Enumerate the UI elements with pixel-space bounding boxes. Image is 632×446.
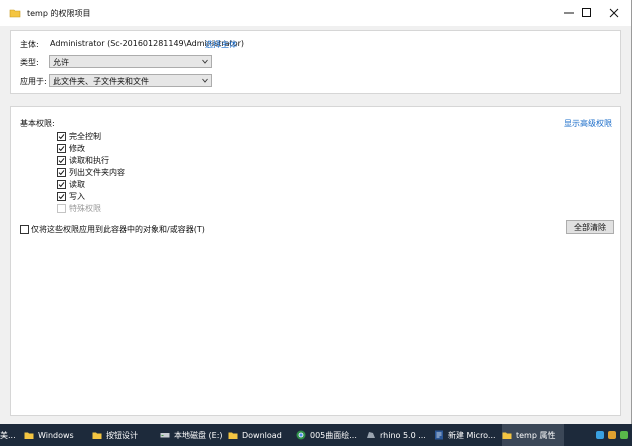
app-tray-icon[interactable] — [620, 431, 628, 439]
type-select[interactable]: 允许 — [49, 55, 212, 68]
rhino-icon — [367, 432, 375, 438]
chevron-down-icon — [202, 59, 208, 64]
title-bar[interactable]: temp 的权限项目 — [0, 0, 631, 26]
principal-label: 主体: — [20, 40, 39, 49]
document-icon — [435, 430, 443, 440]
write-checkbox[interactable] — [57, 192, 66, 201]
close-button[interactable] — [597, 0, 631, 26]
taskbar: 美... Windows 按钮设计 本地磁盘 (E:) Download 005… — [0, 424, 632, 446]
special-permissions-checkbox — [57, 204, 66, 213]
read-label: 读取 — [69, 180, 85, 189]
maximize-icon — [582, 8, 591, 17]
system-tray — [596, 424, 628, 446]
volume-icon[interactable] — [608, 431, 616, 439]
write-label: 写入 — [69, 192, 85, 201]
list-folder-contents-label: 列出文件夹内容 — [69, 168, 125, 177]
taskbar-item-label: 005曲面绘... — [310, 430, 357, 440]
check-icon — [58, 134, 65, 140]
read-checkbox[interactable] — [57, 180, 66, 189]
taskbar-item-word[interactable]: 新建 Micro... — [434, 424, 498, 446]
select-principal-link[interactable]: 选择主体 — [205, 39, 237, 50]
taskbar-item-windows[interactable]: Windows — [24, 424, 88, 446]
folder-icon — [24, 432, 34, 439]
applies-to-select[interactable]: 此文件夹、子文件夹和文件 — [49, 74, 212, 87]
check-icon — [58, 146, 65, 152]
check-icon — [58, 158, 65, 164]
check-icon — [58, 182, 65, 188]
folder-icon — [9, 7, 21, 19]
applies-to-label: 应用于: — [20, 77, 47, 86]
taskbar-item-download[interactable]: Download — [228, 424, 292, 446]
folder-icon — [502, 432, 512, 439]
close-icon — [609, 8, 619, 18]
check-icon — [58, 170, 65, 176]
applies-to-select-value: 此文件夹、子文件夹和文件 — [53, 77, 149, 86]
read-execute-checkbox[interactable] — [57, 156, 66, 165]
taskbar-item-button-design[interactable]: 按钮设计 — [92, 424, 156, 446]
check-icon — [58, 194, 65, 200]
folder-icon — [92, 432, 102, 439]
taskbar-item-label: temp 属性 — [516, 430, 556, 440]
network-icon[interactable] — [596, 431, 604, 439]
type-select-value: 允许 — [53, 58, 69, 67]
modify-label: 修改 — [69, 144, 85, 153]
taskbar-item[interactable]: 美... — [0, 424, 18, 446]
basic-permissions-heading: 基本权限: — [20, 119, 55, 128]
taskbar-item-label: Windows — [38, 430, 74, 440]
taskbar-item-label: rhino 5.0 ... — [380, 430, 426, 440]
full-control-label: 完全控制 — [69, 132, 101, 141]
type-label: 类型: — [20, 58, 39, 67]
clear-all-button[interactable]: 全部清除 — [566, 220, 614, 234]
window-title: temp 的权限项目 — [27, 9, 91, 18]
taskbar-item-local-disk[interactable]: 本地磁盘 (E:) — [160, 424, 224, 446]
chevron-down-icon — [202, 78, 208, 83]
taskbar-item-label: 本地磁盘 (E:) — [174, 430, 223, 440]
read-execute-label: 读取和执行 — [69, 156, 109, 165]
taskbar-item-label: Download — [242, 430, 282, 440]
taskbar-item-chrome[interactable]: 005曲面绘... — [296, 424, 362, 446]
taskbar-item-label: 美... — [0, 430, 16, 440]
show-advanced-permissions-link[interactable]: 显示高级权限 — [564, 118, 612, 129]
permissions-panel: 基本权限: 显示高级权限 完全控制 修改 读取和执行 列出文件夹内容 读取 写入… — [10, 106, 621, 416]
taskbar-item-label: 新建 Micro... — [448, 430, 496, 440]
taskbar-item-temp-properties[interactable]: temp 属性 — [502, 424, 564, 446]
apply-only-within-container-label: 仅将这些权限应用到此容器中的对象和/或容器(T) — [31, 225, 205, 234]
browser-icon — [296, 430, 306, 440]
principal-panel: 主体: Administrator (Sc-201601281149\Admin… — [10, 30, 621, 94]
permission-entry-window: temp 的权限项目 主体: Administrator (Sc-2016012… — [0, 0, 632, 424]
taskbar-item-rhino[interactable]: rhino 5.0 ... — [366, 424, 430, 446]
taskbar-item-label: 按钮设计 — [106, 430, 138, 440]
list-folder-contents-checkbox[interactable] — [57, 168, 66, 177]
special-permissions-label: 特殊权限 — [69, 204, 101, 213]
apply-only-within-container-checkbox[interactable] — [20, 225, 29, 234]
folder-icon — [228, 432, 238, 439]
full-control-checkbox[interactable] — [57, 132, 66, 141]
modify-checkbox[interactable] — [57, 144, 66, 153]
drive-icon — [160, 433, 170, 438]
